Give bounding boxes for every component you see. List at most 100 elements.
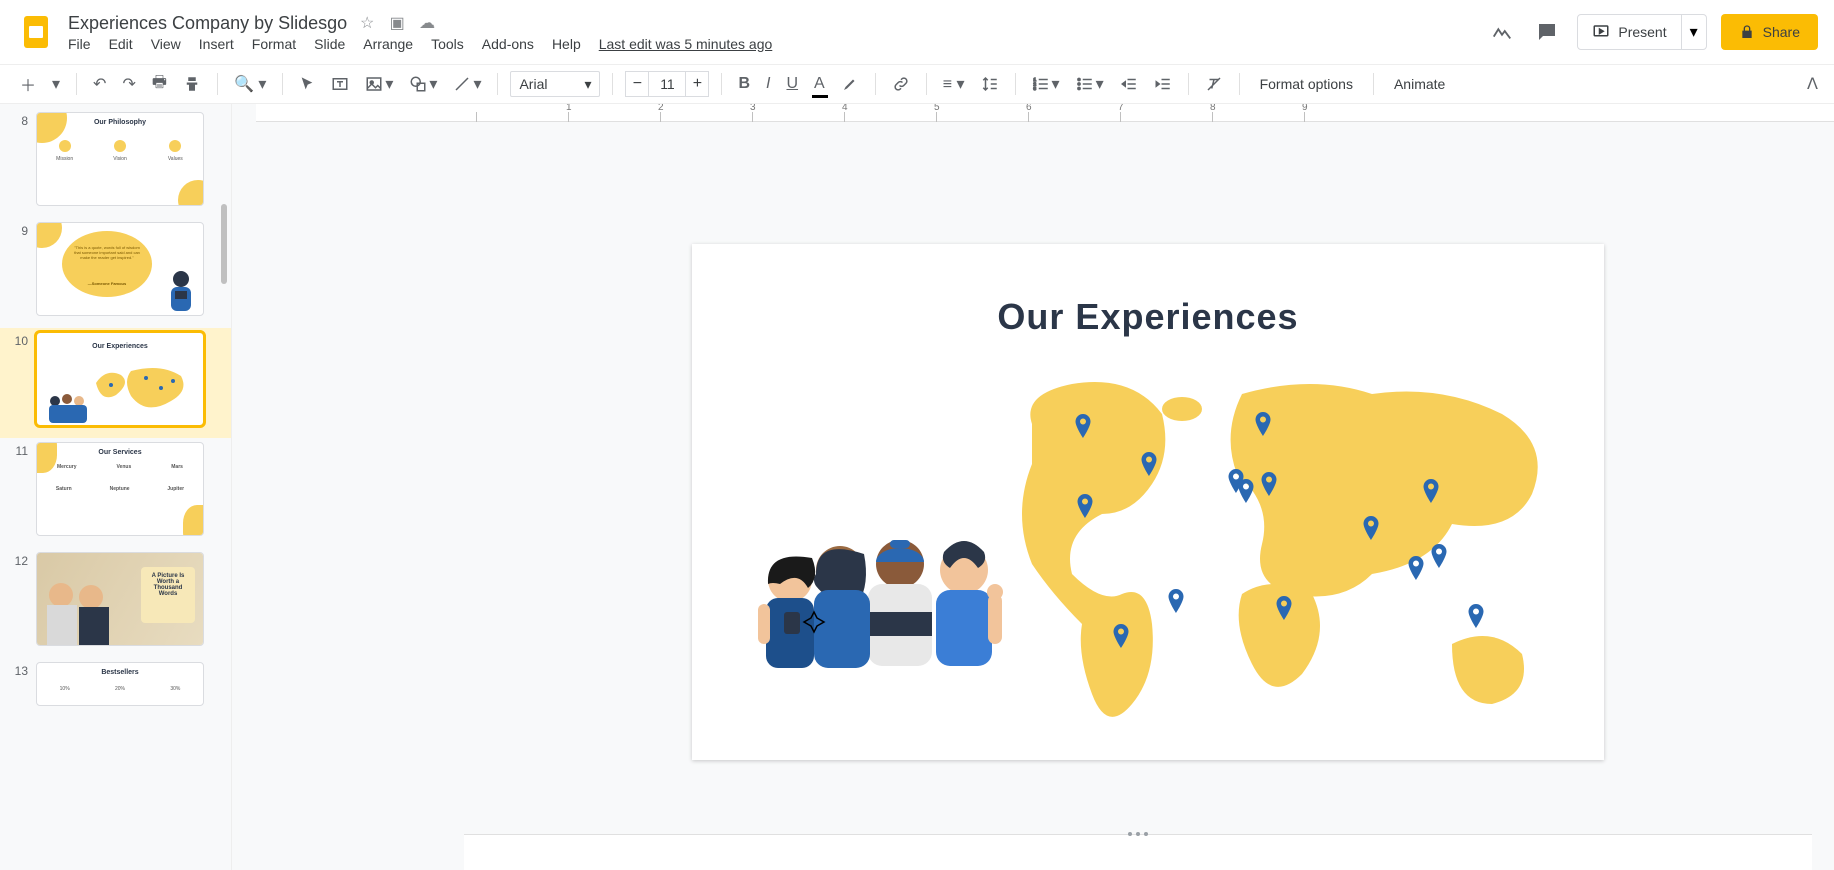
line-spacing-button[interactable] [977, 71, 1003, 97]
present-button-group: Present ▾ [1577, 14, 1706, 50]
document-title[interactable]: Experiences Company by Slidesgo [68, 13, 347, 34]
slide-thumb-12[interactable]: A Picture Is Worth a Thousand Words [36, 552, 204, 646]
font-size-decrease[interactable]: − [625, 71, 649, 97]
new-slide-dropdown[interactable]: ▾ [48, 70, 64, 98]
slide-canvas[interactable]: Our Experiences [692, 244, 1604, 760]
menu-help[interactable]: Help [552, 36, 581, 52]
image-tool[interactable]: ▾ [361, 70, 397, 98]
font-size-value[interactable]: 11 [649, 71, 685, 97]
thumb-label: Values [155, 156, 195, 162]
present-dropdown[interactable]: ▾ [1681, 15, 1706, 49]
thumb-label: Neptune [110, 486, 130, 492]
ruler-label: 7 [1118, 104, 1124, 113]
underline-button[interactable]: U [782, 71, 802, 97]
decrease-indent-button[interactable] [1116, 71, 1142, 97]
menu-format[interactable]: Format [252, 36, 296, 52]
menu-insert[interactable]: Insert [199, 36, 234, 52]
redo-button[interactable]: ↷ [118, 70, 139, 98]
people-illustration[interactable] [740, 534, 1028, 670]
textbox-tool[interactable] [327, 71, 353, 97]
menu-arrange[interactable]: Arrange [363, 36, 413, 52]
slide-number: 12 [10, 552, 28, 568]
thumb-title: Our Services [37, 449, 203, 456]
menu-edit[interactable]: Edit [109, 36, 133, 52]
menu-slide[interactable]: Slide [314, 36, 345, 52]
thumb-label: Mars [171, 464, 183, 470]
thumb-label: Saturn [56, 486, 72, 492]
last-edit-link[interactable]: Last edit was 5 minutes ago [599, 36, 773, 52]
notes-drag-handle[interactable] [1120, 831, 1156, 837]
numbered-list-button[interactable]: 123 ▾ [1028, 70, 1064, 98]
slide-number: 13 [10, 662, 28, 678]
world-map-graphic[interactable] [1012, 364, 1562, 734]
speaker-notes-panel[interactable] [464, 834, 1812, 870]
slide-number: 8 [10, 112, 28, 128]
animate-button[interactable]: Animate [1386, 76, 1453, 92]
present-button[interactable]: Present [1578, 23, 1680, 41]
collapse-toolbar-icon[interactable]: ᐱ [1807, 74, 1818, 94]
slide-thumb-11[interactable]: Our Services Mercury Venus Mars Saturn Nept… [36, 442, 204, 536]
text-color-button[interactable]: A [810, 71, 829, 97]
font-size-increase[interactable]: + [685, 71, 709, 97]
select-tool[interactable] [295, 72, 319, 96]
format-options-button[interactable]: Format options [1252, 76, 1361, 92]
ruler-label: 3 [750, 104, 756, 113]
undo-button[interactable]: ↶ [89, 70, 110, 98]
menu-view[interactable]: View [151, 36, 181, 52]
align-button[interactable]: ≡ ▾ [939, 70, 969, 98]
toolbar: ＋ ▾ ↶ ↷ 🖶 🔍 ▾ ▾ ▾ ▾ Arial▾ − 11 + B I U … [0, 64, 1834, 104]
slide-thumb-9[interactable]: "This is a quote, words full of wisdom t… [36, 222, 204, 316]
scrollbar[interactable] [221, 204, 227, 284]
menubar: File Edit View Insert Format Slide Arran… [68, 36, 772, 52]
new-slide-button[interactable]: ＋ [16, 68, 40, 100]
highlight-button[interactable] [837, 71, 863, 97]
paint-format-button[interactable] [179, 71, 205, 97]
ruler-label: 6 [1026, 104, 1032, 113]
print-button[interactable]: 🖶 [148, 67, 171, 102]
slide-thumb-13[interactable]: Bestsellers 10% 20% 30% [36, 662, 204, 706]
canvas-area[interactable]: 1 2 3 4 5 6 7 8 9 Our Experiences [232, 104, 1834, 870]
slide-thumb-8[interactable]: Our Philosophy Mission Vision Values [36, 112, 204, 206]
ruler-label: 5 [934, 104, 940, 113]
italic-button[interactable]: I [762, 71, 774, 97]
thumb-percent: 10% [60, 686, 70, 692]
insert-link-button[interactable] [888, 71, 914, 97]
zoom-button[interactable]: 🔍 ▾ [230, 70, 270, 98]
body: 8 Our Philosophy Mission Vision Values 9 [0, 104, 1834, 870]
menu-addons[interactable]: Add-ons [482, 36, 534, 52]
thumb-percent: 20% [115, 686, 125, 692]
horizontal-ruler: 1 2 3 4 5 6 7 8 9 [256, 104, 1834, 122]
thumb-author: —Someone Famous [72, 281, 142, 286]
ruler-label: 8 [1210, 104, 1216, 113]
increase-indent-button[interactable] [1150, 71, 1176, 97]
slide-number: 11 [10, 442, 28, 458]
font-select[interactable]: Arial▾ [510, 71, 600, 97]
thumb-percent: 30% [170, 686, 180, 692]
bulleted-list-button[interactable]: ▾ [1072, 70, 1108, 98]
line-tool[interactable]: ▾ [449, 70, 485, 98]
menu-tools[interactable]: Tools [431, 36, 464, 52]
menu-file[interactable]: File [68, 36, 91, 52]
thumb-quote: "This is a quote, words full of wisdom t… [72, 245, 142, 260]
share-button[interactable]: Share [1721, 14, 1818, 50]
thumb-label: Venus [117, 464, 132, 470]
shape-tool[interactable]: ▾ [405, 70, 441, 98]
cloud-saved-icon: ☁ [417, 13, 437, 33]
font-name: Arial [519, 76, 547, 92]
filmstrip[interactable]: 8 Our Philosophy Mission Vision Values 9 [0, 104, 232, 870]
activity-icon[interactable] [1487, 17, 1517, 47]
ruler-label: 4 [842, 104, 848, 113]
ruler-label: 2 [658, 104, 664, 113]
comments-icon[interactable] [1531, 16, 1563, 48]
move-to-folder-icon[interactable]: ▣ [387, 13, 407, 33]
thumb-label: Mercury [57, 464, 76, 470]
slide-thumb-10[interactable]: Our Experiences [36, 332, 204, 426]
star-icon[interactable]: ☆ [357, 13, 377, 33]
ruler-label: 1 [566, 104, 572, 113]
bold-button[interactable]: B [734, 71, 754, 97]
slide-number: 9 [10, 222, 28, 238]
slide-title[interactable]: Our Experiences [692, 296, 1604, 338]
slides-logo[interactable] [16, 12, 56, 52]
ruler-label: 9 [1302, 104, 1308, 113]
clear-formatting-button[interactable] [1201, 71, 1227, 97]
